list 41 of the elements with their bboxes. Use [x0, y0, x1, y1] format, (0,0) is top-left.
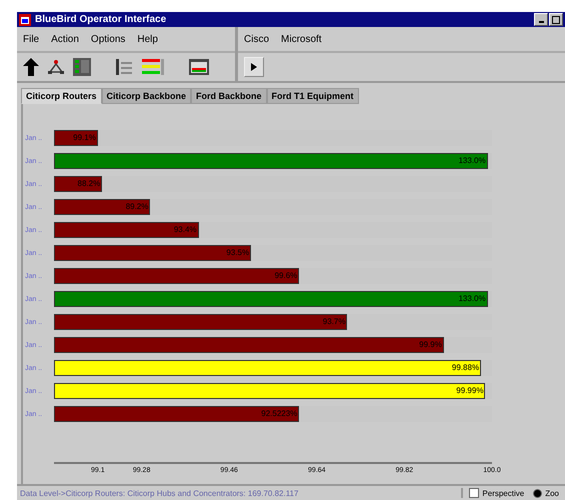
minimize-icon [538, 21, 544, 23]
play-button[interactable] [244, 57, 264, 77]
menu-item[interactable]: Help [137, 34, 158, 44]
bar-value-label: 93.5% [226, 248, 250, 258]
list-icon[interactable] [115, 58, 133, 76]
menu-item[interactable]: Options [90, 34, 126, 44]
status-text: Data Level->Citicorp Routers: Citicorp Hubs and Concentrators: 169.70.82.117 [19, 488, 300, 498]
menu-item[interactable]: Microsoft [281, 34, 322, 44]
app-icon [19, 14, 31, 26]
bar-value-label: 99.88% [452, 363, 480, 373]
maximize-button[interactable] [549, 13, 563, 26]
tab[interactable]: Ford Backbone [191, 88, 267, 104]
tab[interactable]: Ford T1 Equipment [266, 88, 359, 104]
perspective-checkbox[interactable] [469, 488, 480, 498]
play-icon [251, 63, 257, 71]
bar-value-label: 99.9% [419, 340, 443, 350]
bar-value-label: 93.7% [322, 317, 346, 327]
network-icon[interactable] [47, 59, 65, 75]
bar-value-label: 92.5223% [261, 409, 298, 419]
window-title: BlueBird Operator Interface [35, 14, 168, 25]
tab[interactable]: Citicorp Backbone [102, 88, 192, 104]
bar-value-label: 89.2% [126, 202, 150, 212]
minimize-button[interactable] [534, 13, 548, 26]
monitor-icon[interactable] [189, 59, 209, 75]
perspective-label: Perspective [482, 488, 524, 498]
maximize-icon [552, 16, 560, 24]
zoom-label: Zoo [545, 488, 559, 498]
menu-item[interactable]: Action [51, 34, 79, 44]
status-bars-icon[interactable] [141, 58, 165, 76]
up-arrow-icon[interactable] [23, 58, 39, 76]
bar-value-label: 93.4% [174, 225, 198, 235]
bar-value-label: 99.1% [73, 133, 97, 143]
bar-value-label: 88.2% [78, 179, 102, 189]
bar-value-label: 99.99% [456, 386, 484, 396]
menu-item[interactable]: File [23, 34, 40, 44]
bar-value-label: 99.6% [274, 271, 298, 281]
tab[interactable]: Citicorp Routers [21, 88, 102, 104]
menu-item[interactable]: Cisco [244, 34, 270, 44]
zoom-radio[interactable] [533, 488, 542, 498]
bar-value-label: 133.0% [458, 156, 487, 166]
bar-value-label: 133.0% [458, 294, 487, 304]
